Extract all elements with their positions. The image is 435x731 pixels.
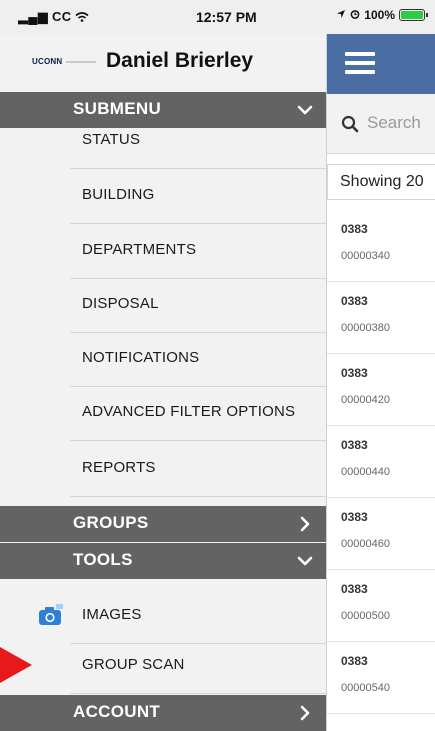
record-id: 00000420 [341, 394, 390, 406]
record-code: 0383 [341, 294, 368, 308]
hamburger-menu-icon[interactable] [345, 52, 375, 74]
menu-item-label: GROUP SCAN [82, 656, 185, 673]
search-input[interactable]: Search [367, 113, 421, 133]
record-code: 0383 [341, 654, 368, 668]
section-label: TOOLS [73, 550, 133, 569]
section-header-tools[interactable]: TOOLS [0, 543, 326, 579]
divider [70, 496, 326, 497]
section-header-submenu[interactable]: SUBMENU [0, 92, 326, 128]
record-row[interactable]: 0383 00000420 [327, 354, 435, 426]
menu-item-disposal[interactable]: DISPOSAL [0, 278, 326, 333]
battery-fill [401, 11, 423, 19]
section-label: ACCOUNT [73, 702, 161, 721]
menu-item-label: REPORTS [82, 459, 156, 476]
menu-item-label: STATUS [82, 131, 141, 148]
record-id: 00000340 [341, 250, 390, 262]
location-icon [336, 8, 346, 22]
carrier-label: CC [52, 9, 72, 24]
chevron-down-icon [297, 556, 313, 566]
divider [70, 693, 326, 694]
status-right: 100% [336, 8, 428, 22]
camera-icon [39, 604, 63, 625]
menu-item-advanced-filter-options[interactable]: ADVANCED FILTER OPTIONS [0, 386, 326, 441]
record-code: 0383 [341, 222, 368, 236]
logo-text: UCONN [32, 57, 63, 66]
red-arrow-pointer [0, 647, 32, 683]
logo-subtext-mark [66, 60, 97, 63]
record-row[interactable]: 0383 00000460 [327, 498, 435, 570]
menu-item-reports[interactable]: REPORTS [0, 442, 326, 497]
record-code: 0383 [341, 582, 368, 596]
wifi-icon [75, 9, 89, 24]
record-row[interactable]: 0383 00000540 [327, 642, 435, 714]
menu-item-label: DISPOSAL [82, 295, 159, 312]
section-label: SUBMENU [73, 99, 162, 118]
carrier-signal: ▂▄▆ CC [18, 9, 89, 25]
record-id: 00000460 [341, 538, 390, 550]
search-bar[interactable]: Search [327, 94, 435, 154]
menu-item-label: DEPARTMENTS [82, 241, 197, 258]
drawer-header: UCONN Daniel Brierley [0, 34, 326, 92]
section-header-groups[interactable]: GROUPS [0, 506, 326, 542]
chevron-right-icon [300, 516, 310, 532]
menu-item-departments[interactable]: DEPARTMENTS [0, 224, 326, 279]
menu-item-building[interactable]: BUILDING [0, 169, 326, 224]
record-id: 00000540 [341, 682, 390, 694]
menu-item-notifications[interactable]: NOTIFICATIONS [0, 332, 326, 387]
signal-icon: ▂▄▆ [18, 9, 49, 24]
menu-item-label: IMAGES [82, 606, 142, 623]
section-label: GROUPS [73, 513, 149, 532]
status-bar: ▂▄▆ CC 12:57 PM 100% [0, 0, 435, 34]
menu-item-label: BUILDING [82, 186, 155, 203]
record-code: 0383 [341, 510, 368, 524]
record-list: 0383 00000340 0383 00000380 0383 00000420 0383… [327, 210, 435, 714]
record-row[interactable]: 0383 00000380 [327, 282, 435, 354]
alarm-icon [350, 8, 360, 22]
battery-icon [399, 9, 428, 21]
clock: 12:57 PM [196, 9, 257, 25]
record-code: 0383 [341, 438, 368, 452]
menu-item-group-scan[interactable]: GROUP SCAN [0, 639, 326, 694]
showing-count-box: Showing 20 [327, 164, 435, 200]
record-id: 00000500 [341, 610, 390, 622]
record-code: 0383 [341, 366, 368, 380]
record-id: 00000440 [341, 466, 390, 478]
showing-count: Showing 20 [340, 173, 424, 190]
battery-percent: 100% [364, 8, 395, 22]
record-id: 00000380 [341, 322, 390, 334]
navigation-drawer: UCONN Daniel Brierley STATUS BUILDING DEPA… [0, 34, 326, 731]
record-row[interactable]: 0383 00000440 [327, 426, 435, 498]
record-row[interactable]: 0383 00000500 [327, 570, 435, 642]
background-app: Search Showing 20 0383 00000340 0383 000003… [326, 34, 435, 731]
menu-item-label: ADVANCED FILTER OPTIONS [82, 403, 296, 420]
app-header [327, 34, 435, 94]
menu-item-label: NOTIFICATIONS [82, 349, 200, 366]
user-name: Daniel Brierley [106, 49, 254, 72]
record-row[interactable]: 0383 00000340 [327, 210, 435, 282]
chevron-down-icon [297, 105, 313, 115]
section-header-account[interactable]: ACCOUNT [0, 695, 326, 731]
menu-item-images[interactable]: IMAGES [0, 589, 326, 644]
uconn-logo: UCONN [32, 57, 97, 66]
search-icon [341, 115, 359, 133]
divider [70, 440, 326, 441]
chevron-right-icon [300, 705, 310, 721]
